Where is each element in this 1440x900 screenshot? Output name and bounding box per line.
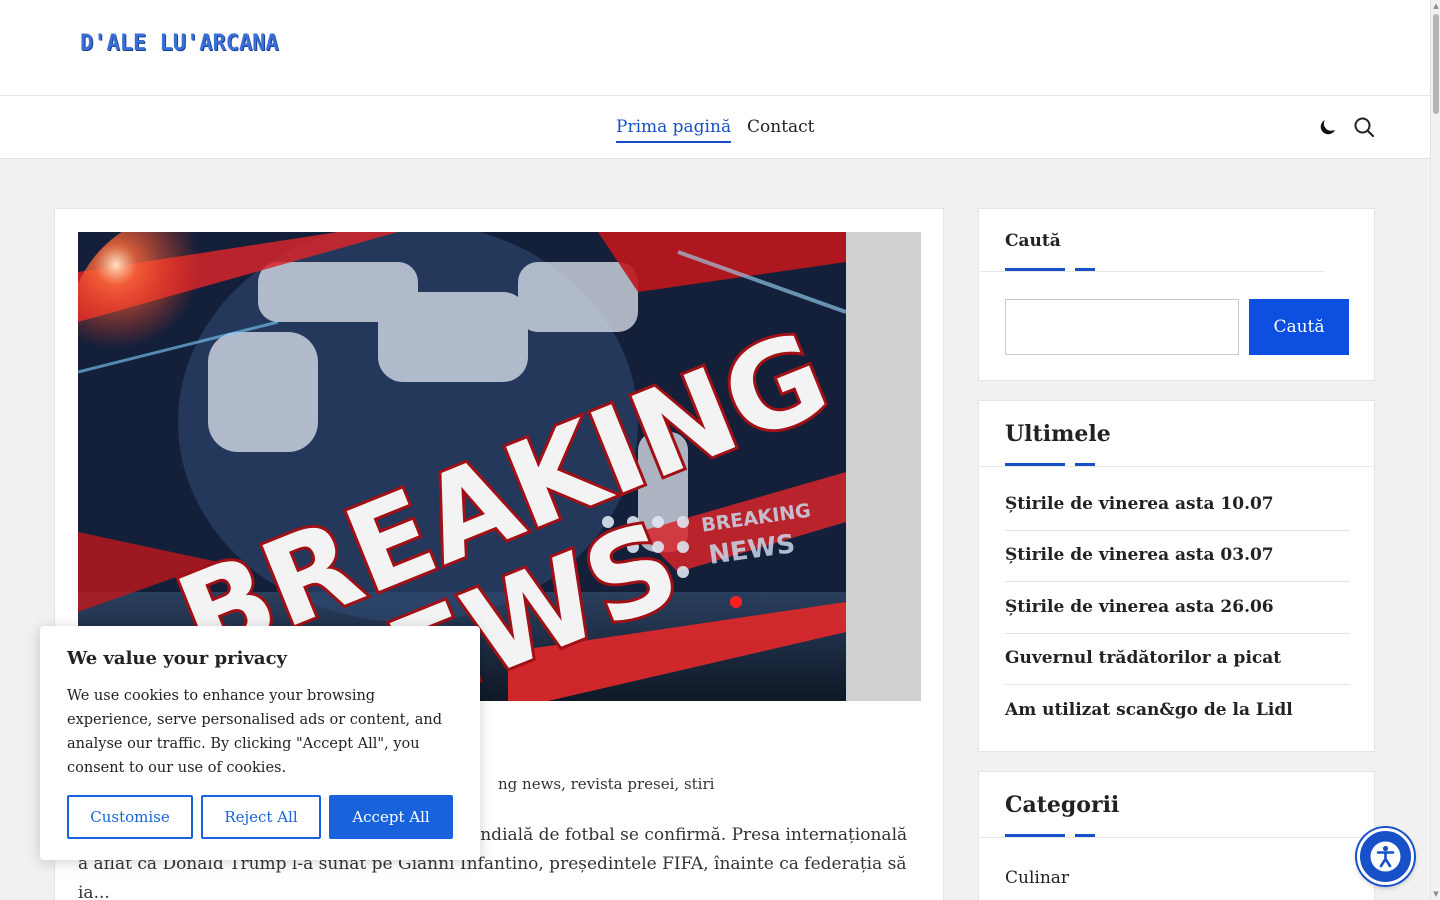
accent-bar	[1075, 268, 1095, 271]
divider	[979, 271, 1325, 272]
scroll-down-icon[interactable]: ▼	[1432, 890, 1440, 898]
site-logo[interactable]: D'ALE LU'ARCANA	[80, 31, 279, 56]
nav-item-contact[interactable]: Contact	[747, 117, 815, 141]
recent-post-link[interactable]: Știrile de vinerea asta 10.07	[1005, 480, 1350, 531]
scrollbar-thumb[interactable]	[1433, 14, 1439, 114]
post-tags[interactable]: ng news, revista presei, stiri	[498, 775, 714, 793]
accent-bar	[1005, 463, 1065, 466]
recent-posts-widget: Ultimele Știrile de vinerea asta 10.07 Ș…	[978, 400, 1375, 752]
search-widget-title: Caută	[1005, 231, 1061, 251]
excerpt-line: ia...	[78, 883, 110, 900]
reject-all-button[interactable]: Reject All	[201, 795, 321, 839]
search-icon[interactable]	[1353, 116, 1375, 138]
categories-title: Categorii	[1005, 792, 1120, 818]
divider	[979, 837, 1375, 838]
accent-bar	[1075, 463, 1095, 466]
scroll-up-icon[interactable]: ▲	[1432, 2, 1440, 10]
recent-posts-title: Ultimele	[1005, 421, 1111, 447]
nav-item-home[interactable]: Prima pagină	[616, 117, 732, 143]
accessibility-button[interactable]	[1357, 828, 1414, 885]
search-input[interactable]	[1005, 299, 1239, 355]
accept-all-button[interactable]: Accept All	[329, 795, 453, 839]
cookie-title: We value your privacy	[67, 648, 287, 669]
accent-bar	[1005, 834, 1065, 837]
cookie-text: We use cookies to enhance your browsing …	[67, 688, 442, 776]
categories-widget: Categorii Culinar	[978, 771, 1375, 900]
site-header: D'ALE LU'ARCANA	[0, 0, 1430, 96]
recent-post-link[interactable]: Știrile de vinerea asta 03.07	[1005, 531, 1350, 582]
accessibility-icon	[1370, 841, 1401, 872]
recent-post-link[interactable]: Știrile de vinerea asta 26.06	[1005, 583, 1350, 634]
page-scrollbar[interactable]: ▲ ▼	[1430, 0, 1440, 900]
search-button[interactable]: Caută	[1249, 299, 1349, 355]
divider	[979, 466, 1375, 467]
main-navigation: Prima pagină Contact	[0, 96, 1430, 159]
accent-bar	[1075, 834, 1095, 837]
recent-post-link[interactable]: Am utilizat scan&go de la Lidl	[1005, 686, 1350, 737]
search-widget: Caută Caută	[978, 208, 1375, 381]
accent-bar	[1005, 268, 1065, 271]
cookie-consent-banner: We value your privacy We use cookies to …	[40, 626, 480, 860]
category-link[interactable]: Culinar	[1005, 868, 1069, 888]
customise-button[interactable]: Customise	[67, 795, 193, 839]
recent-post-link[interactable]: Guvernul trădătorilor a picat	[1005, 634, 1350, 685]
moon-icon[interactable]	[1317, 116, 1339, 138]
